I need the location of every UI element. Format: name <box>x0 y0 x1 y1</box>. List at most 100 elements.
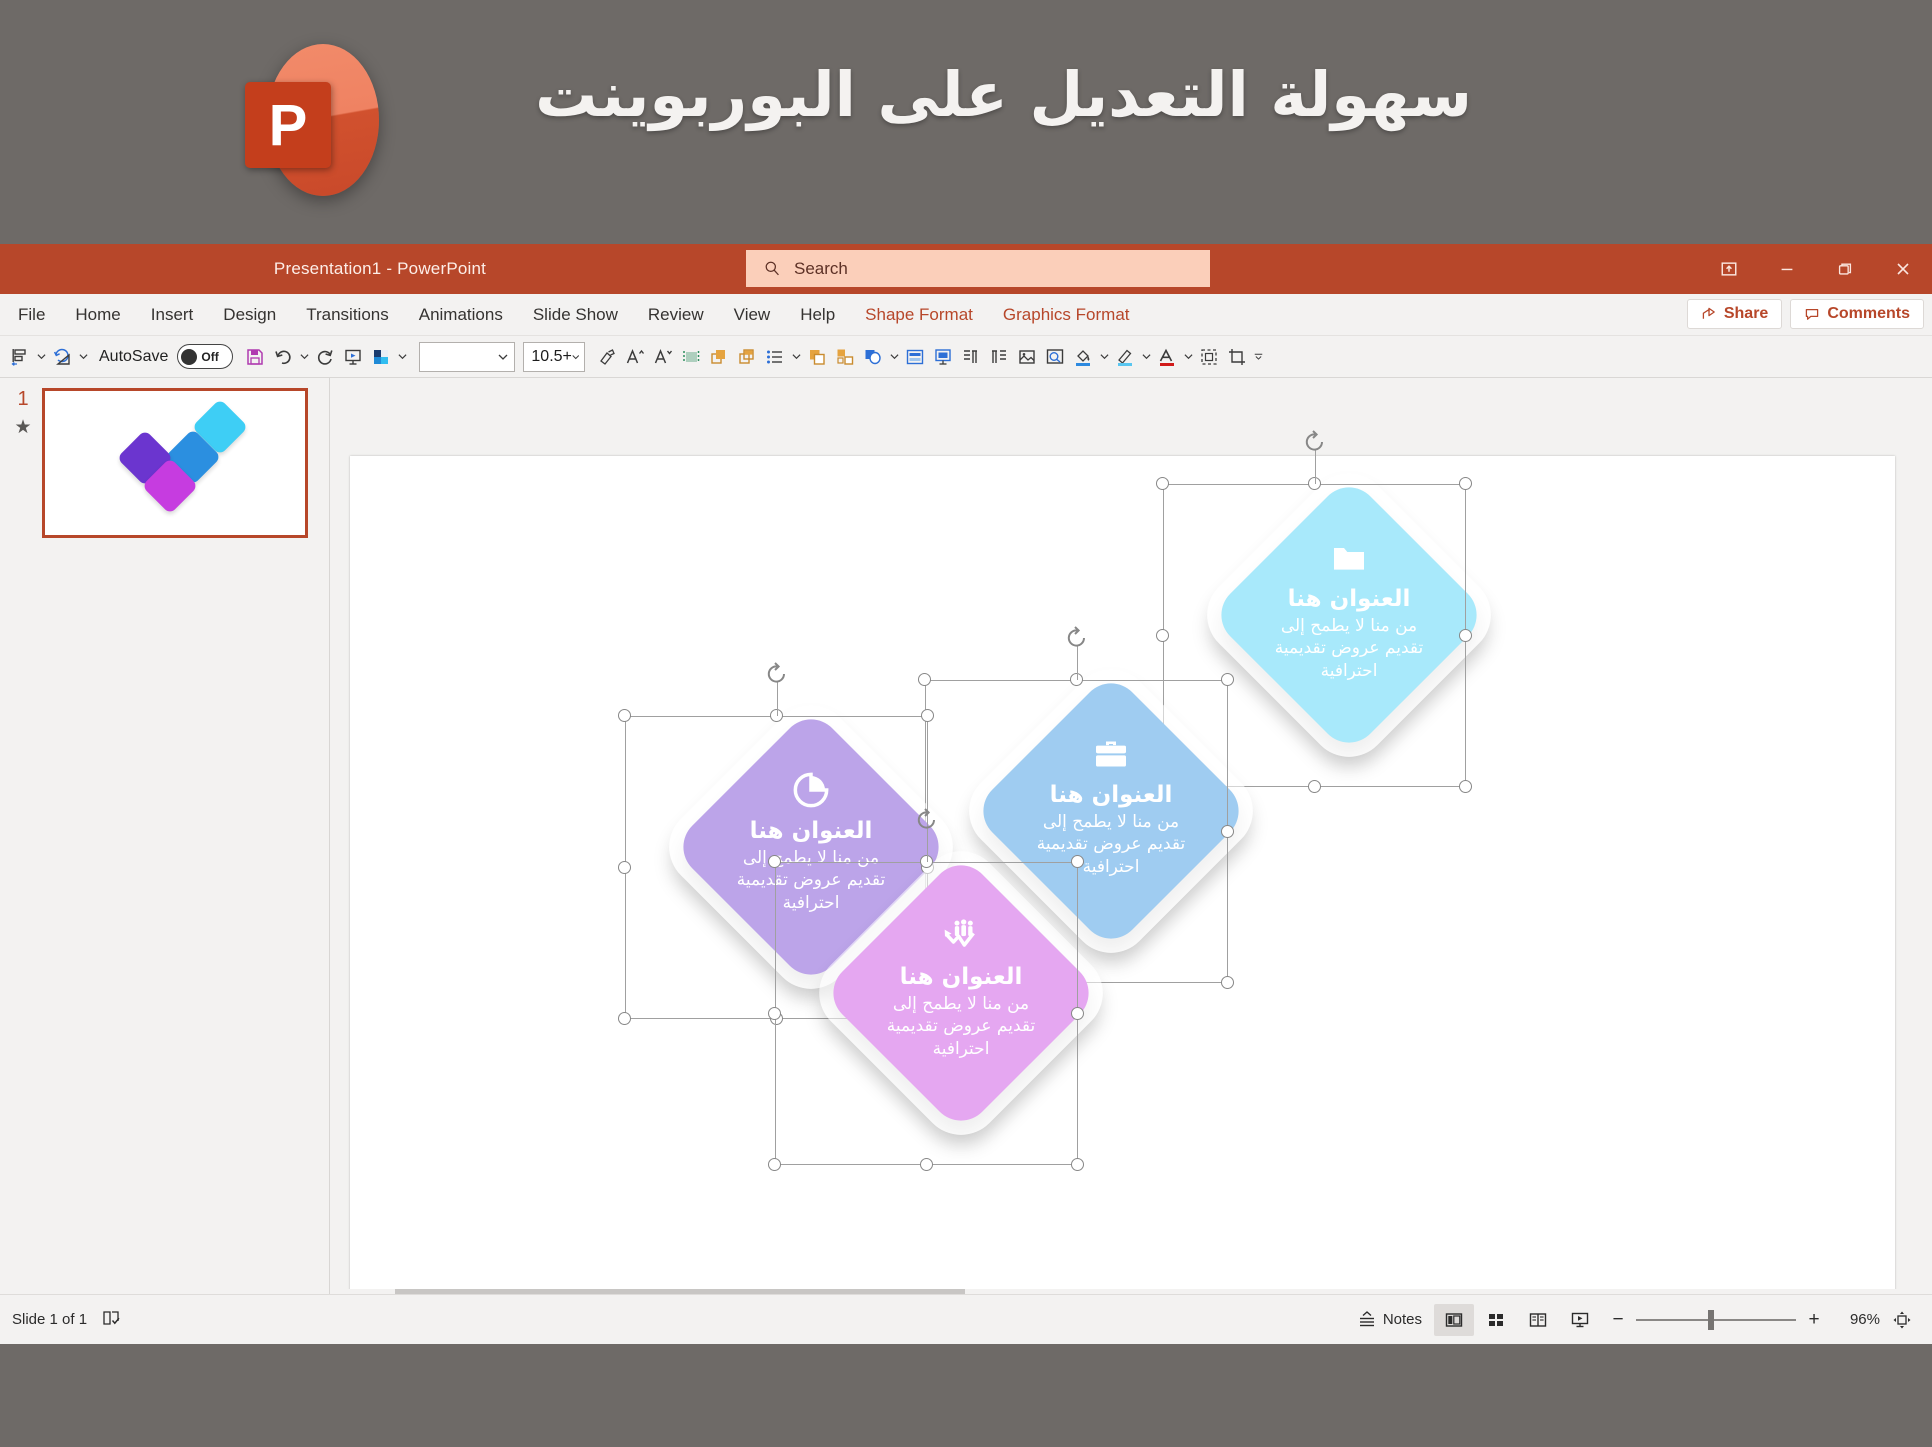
handle-nw-cyan[interactable] <box>1156 477 1169 490</box>
handle-w-magenta[interactable] <box>768 1006 781 1020</box>
line-color-dropdown[interactable] <box>1139 341 1153 373</box>
bullets-dropdown[interactable] <box>789 341 803 373</box>
handle-ne-magenta[interactable] <box>1071 855 1084 868</box>
tab-view[interactable]: View <box>719 294 786 335</box>
rtl-paragraph-icon[interactable] <box>957 341 985 373</box>
fill-color-dropdown[interactable] <box>1097 341 1111 373</box>
handle-s-magenta[interactable] <box>919 1158 933 1171</box>
comments-button[interactable]: Comments <box>1790 299 1924 329</box>
rotate-icon <box>917 808 935 829</box>
align-objects-icon[interactable] <box>6 341 34 373</box>
zoom-slider[interactable] <box>1636 1309 1796 1330</box>
close-button[interactable] <box>1874 244 1932 294</box>
line-color-icon[interactable] <box>1111 341 1139 373</box>
handle-ne-blue[interactable] <box>1221 673 1234 686</box>
shape-fill-dropdown[interactable] <box>395 341 409 373</box>
normal-view-button[interactable] <box>1434 1303 1474 1336</box>
increase-font-size-icon[interactable] <box>621 341 649 373</box>
align-objects-dropdown[interactable] <box>34 341 48 373</box>
slide-thumbnail-1[interactable] <box>42 388 308 538</box>
handle-e-cyan[interactable] <box>1459 628 1472 642</box>
tab-slide-show[interactable]: Slide Show <box>518 294 633 335</box>
tab-animations[interactable]: Animations <box>404 294 518 335</box>
layout-icon[interactable] <box>901 341 929 373</box>
tab-home[interactable]: Home <box>60 294 135 335</box>
align-text-icon[interactable] <box>677 341 705 373</box>
insert-picture-icon[interactable] <box>1013 341 1041 373</box>
notes-button[interactable]: Notes <box>1347 1304 1432 1336</box>
merge-shapes-icon[interactable] <box>859 341 887 373</box>
slide-show-view-button[interactable] <box>1560 1304 1600 1336</box>
handle-nw-magenta[interactable] <box>768 855 781 868</box>
insert-placeholder-icon[interactable] <box>929 341 957 373</box>
tab-shape-format[interactable]: Shape Format <box>850 294 988 335</box>
crop-icon[interactable] <box>1223 341 1251 373</box>
handle-se-magenta[interactable] <box>1071 1158 1084 1171</box>
zoom-slider-thumb[interactable] <box>1708 1309 1714 1330</box>
reading-view-button[interactable] <box>1518 1304 1558 1336</box>
ltr-paragraph-icon[interactable] <box>985 341 1013 373</box>
handle-se-cyan[interactable] <box>1459 780 1472 793</box>
tab-help[interactable]: Help <box>785 294 850 335</box>
tab-design[interactable]: Design <box>208 294 291 335</box>
search-input[interactable]: Search <box>746 250 1210 287</box>
handle-nw-purple[interactable] <box>618 709 631 722</box>
zoom-icon[interactable] <box>1041 341 1069 373</box>
tab-transitions[interactable]: Transitions <box>291 294 404 335</box>
undo-dropdown[interactable] <box>297 341 311 373</box>
more-commands-icon[interactable] <box>1251 341 1265 373</box>
handle-e-magenta[interactable] <box>1071 1006 1084 1020</box>
handle-se-blue[interactable] <box>1221 976 1234 989</box>
ribbon-display-options-button[interactable] <box>1700 244 1758 294</box>
merge-shapes-dropdown[interactable] <box>887 341 901 373</box>
handle-ne-cyan[interactable] <box>1459 477 1472 490</box>
tab-insert[interactable]: Insert <box>136 294 209 335</box>
rotate-objects-icon[interactable] <box>48 341 76 373</box>
handle-sw-magenta[interactable] <box>768 1158 781 1171</box>
decrease-font-size-icon[interactable] <box>649 341 677 373</box>
handle-w-cyan[interactable] <box>1156 628 1169 642</box>
bring-forward-icon[interactable] <box>705 341 733 373</box>
accessibility-checker-icon[interactable] <box>101 1308 121 1332</box>
handle-ne-purple[interactable] <box>921 709 934 722</box>
rotate-objects-dropdown[interactable] <box>76 341 90 373</box>
zoom-in-button[interactable]: + <box>1806 1309 1822 1331</box>
shape-fill-icon[interactable] <box>367 341 395 373</box>
autosave-toggle[interactable]: Off <box>177 344 234 369</box>
rotation-handle-blue[interactable] <box>1064 625 1090 651</box>
slide-canvas[interactable]: العنوان هنا من منا لا يطمح إلى تقديم عرو… <box>350 430 1895 1294</box>
handle-sw-purple[interactable] <box>618 1012 631 1025</box>
restore-button[interactable] <box>1816 244 1874 294</box>
font-size-input[interactable]: 10.5+ <box>523 341 586 372</box>
rotation-handle-purple[interactable] <box>764 661 790 687</box>
share-button[interactable]: Share <box>1686 299 1783 329</box>
slide-sorter-view-button[interactable] <box>1476 1304 1516 1336</box>
duplicate-icon[interactable] <box>803 341 831 373</box>
format-painter-icon[interactable] <box>593 341 621 373</box>
rotation-handle-cyan[interactable] <box>1302 429 1328 455</box>
handle-e-blue[interactable] <box>1221 824 1234 838</box>
group-icon[interactable] <box>831 341 859 373</box>
zoom-percent-label[interactable]: 96% <box>1832 1311 1880 1328</box>
handle-w-purple[interactable] <box>618 860 631 874</box>
handle-s-cyan[interactable] <box>1307 780 1321 793</box>
rotation-handle-magenta[interactable] <box>914 807 940 833</box>
handle-nw-blue[interactable] <box>918 673 931 686</box>
tab-graphics-format[interactable]: Graphics Format <box>988 294 1145 335</box>
font-name-input[interactable] <box>419 341 516 372</box>
fit-slide-to-window-button[interactable] <box>1882 1304 1922 1336</box>
redo-icon[interactable] <box>311 341 339 373</box>
fill-color-icon[interactable] <box>1069 341 1097 373</box>
start-slideshow-icon[interactable] <box>339 341 367 373</box>
font-color-icon[interactable] <box>1153 341 1181 373</box>
zoom-out-button[interactable]: − <box>1610 1309 1626 1331</box>
save-icon[interactable] <box>241 341 269 373</box>
undo-icon[interactable] <box>269 341 297 373</box>
selection-pane-icon[interactable] <box>1195 341 1223 373</box>
minimize-button[interactable] <box>1758 244 1816 294</box>
font-color-dropdown[interactable] <box>1181 341 1195 373</box>
tab-review[interactable]: Review <box>633 294 719 335</box>
send-backward-icon[interactable] <box>733 341 761 373</box>
bullets-icon[interactable] <box>761 341 789 373</box>
tab-file[interactable]: File <box>0 294 60 335</box>
